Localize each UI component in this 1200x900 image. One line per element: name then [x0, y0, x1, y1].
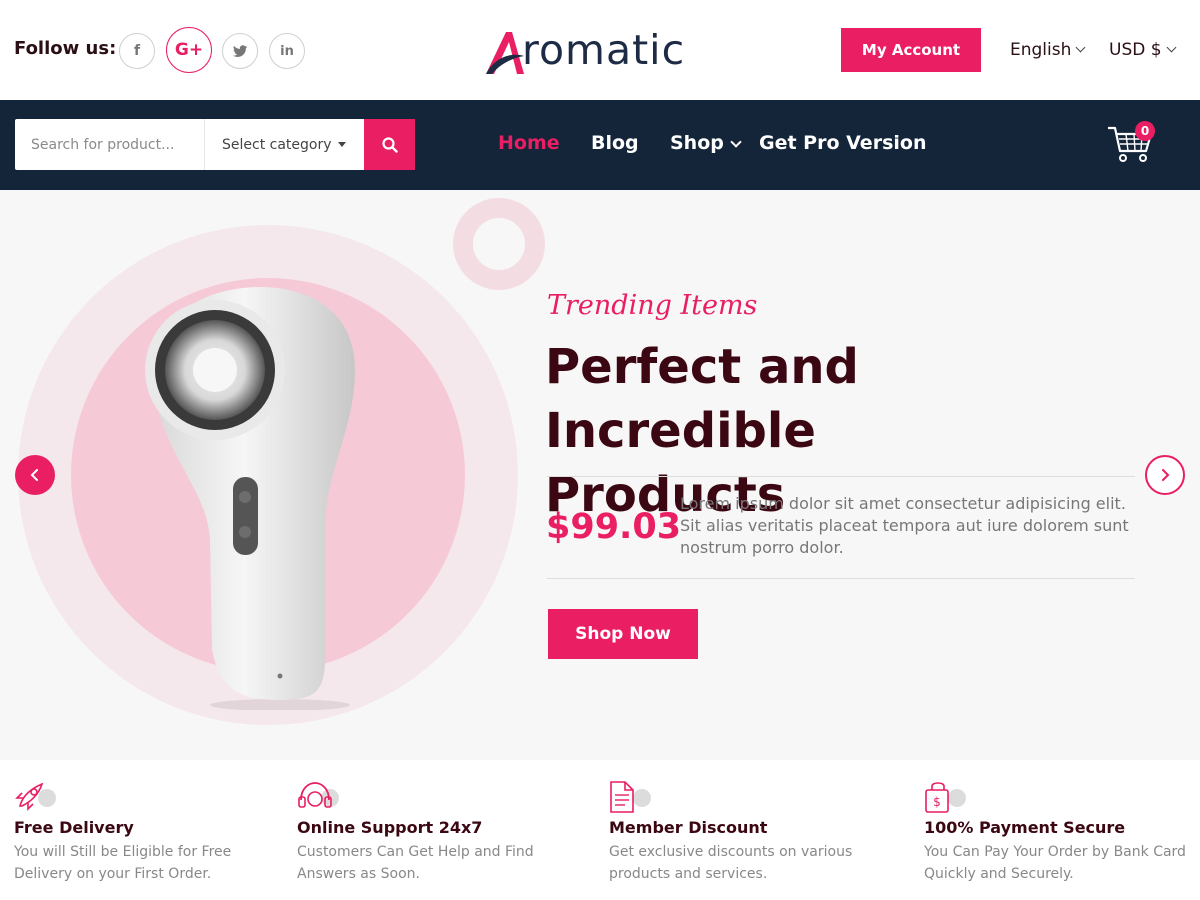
- search-icon: [381, 136, 398, 153]
- main-navbar: Select category Home Blog Shop Get Pro V…: [0, 100, 1200, 190]
- logo-text: romatic: [522, 26, 686, 74]
- nav-get-pro[interactable]: Get Pro Version: [759, 132, 926, 154]
- caret-down-icon: [337, 142, 346, 147]
- product-description: Lorem ipsum dolor sit amet consectetur a…: [680, 494, 1129, 557]
- my-account-button[interactable]: My Account: [841, 28, 981, 72]
- chevron-left-icon: [30, 469, 38, 481]
- feature-title: Free Delivery: [14, 818, 134, 837]
- currency-label: USD $: [1109, 40, 1162, 60]
- svg-text:$: $: [933, 795, 941, 809]
- chevron-down-icon: [1075, 42, 1086, 53]
- slider-next-button[interactable]: [1145, 455, 1185, 495]
- language-label: English: [1010, 40, 1072, 60]
- feature-member-discount: Member Discount Get exclusive discounts …: [609, 780, 879, 885]
- headset-icon: [297, 780, 341, 814]
- currency-select[interactable]: USD $: [1109, 40, 1176, 60]
- document-icon: [609, 780, 653, 814]
- chevron-right-icon: [1162, 469, 1170, 481]
- twitter-icon[interactable]: [222, 33, 258, 69]
- top-header: Follow us: f G+ in romatic My Account En…: [0, 0, 1200, 100]
- features-strip: Free Delivery You will Still be Eligible…: [0, 760, 1200, 900]
- divider: [547, 476, 1135, 477]
- hero-tagline: Trending Items: [547, 290, 758, 321]
- cart-count-badge: 0: [1135, 121, 1155, 141]
- nav-home[interactable]: Home: [498, 132, 560, 154]
- feature-text: Get exclusive discounts on various produ…: [609, 844, 853, 882]
- feature-title: Member Discount: [609, 818, 768, 837]
- decorative-ring: [453, 198, 545, 290]
- category-select[interactable]: Select category: [204, 119, 364, 170]
- secure-bag-icon: $: [924, 780, 968, 814]
- feature-online-support: Online Support 24x7 Customers Can Get He…: [297, 780, 567, 885]
- site-logo[interactable]: romatic: [484, 22, 714, 78]
- feature-free-delivery: Free Delivery You will Still be Eligible…: [14, 780, 284, 885]
- product-image: [145, 287, 355, 710]
- rocket-icon: [14, 780, 58, 814]
- language-select[interactable]: English: [1010, 40, 1086, 60]
- linkedin-icon[interactable]: in: [269, 33, 305, 69]
- feature-text: You will Still be Eligible for Free Deli…: [14, 844, 232, 882]
- nav-shop[interactable]: Shop: [670, 132, 742, 154]
- feature-payment-secure: $ 100% Payment Secure You Can Pay Your O…: [924, 780, 1194, 885]
- category-label: Select category: [222, 136, 332, 153]
- follow-label: Follow us:: [14, 38, 117, 59]
- nav-shop-label: Shop: [670, 132, 724, 154]
- chevron-down-icon: [730, 136, 742, 148]
- feature-text: You Can Pay Your Order by Bank Card Quic…: [924, 844, 1186, 882]
- search-bar: Select category: [15, 119, 415, 170]
- shop-now-button[interactable]: Shop Now: [548, 609, 698, 659]
- chevron-down-icon: [1166, 42, 1176, 53]
- nav-blog[interactable]: Blog: [591, 132, 639, 154]
- search-input[interactable]: [15, 119, 203, 170]
- hero-slider: Trending Items Perfect and Incredible Pr…: [0, 190, 1200, 760]
- divider: [547, 578, 1135, 579]
- product-price: $99.03: [546, 507, 682, 547]
- feature-title: Online Support 24x7: [297, 818, 483, 837]
- feature-title: 100% Payment Secure: [924, 818, 1126, 837]
- feature-text: Customers Can Get Help and Find Answers …: [297, 844, 534, 882]
- google-plus-icon[interactable]: G+: [166, 27, 212, 73]
- slider-prev-button[interactable]: [15, 455, 55, 495]
- facebook-icon[interactable]: f: [119, 33, 155, 69]
- search-button[interactable]: [364, 119, 415, 170]
- hero-title-line1: Perfect and Incredible: [545, 339, 859, 459]
